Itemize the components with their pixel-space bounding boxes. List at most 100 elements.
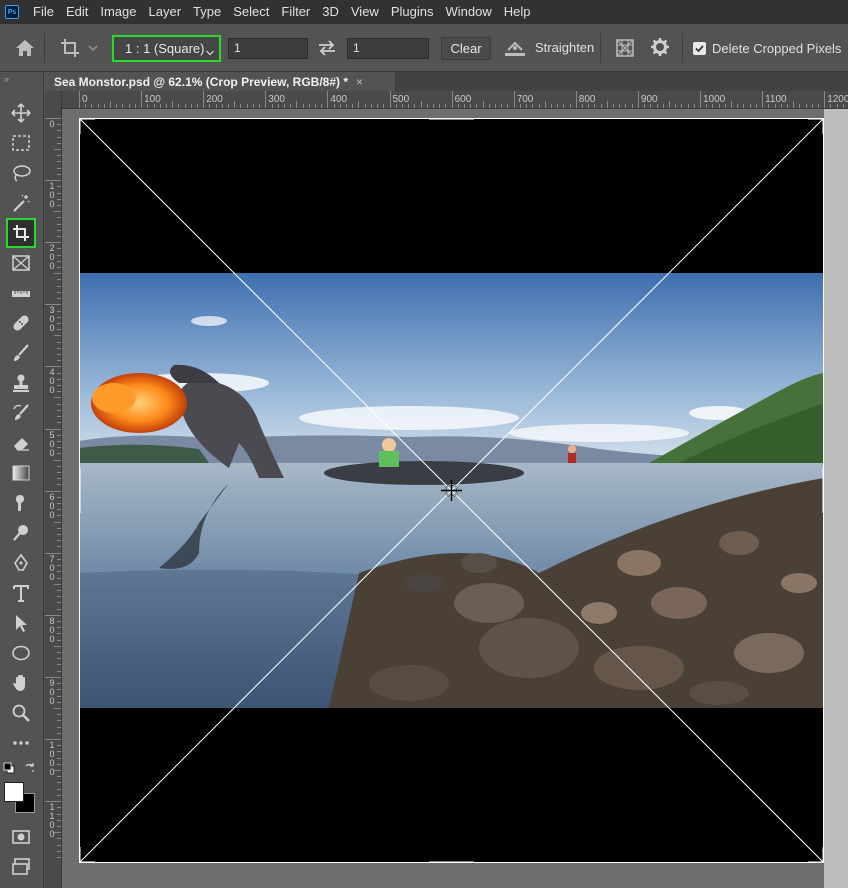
menu-help[interactable]: Help <box>498 0 537 24</box>
horizontal-ruler[interactable]: 0 100 200 300 400 500 600 700 800 900 1000 1100 1200 <box>62 91 848 109</box>
lasso-tool[interactable] <box>6 160 36 186</box>
stamp-tool[interactable] <box>6 370 36 396</box>
magic-wand-tool[interactable] <box>6 190 36 216</box>
ruler-minor-tick <box>395 104 397 108</box>
screen-mode-tool[interactable] <box>6 854 36 880</box>
type-icon <box>13 585 29 602</box>
ruler-minor-tick <box>805 104 807 108</box>
path-select-tool[interactable] <box>6 610 36 636</box>
zoom-icon <box>12 704 30 722</box>
ruler-minor-tick <box>57 751 61 753</box>
ruler-minor-tick <box>619 104 621 108</box>
ruler-label: 900 <box>640 94 658 105</box>
eraser-tool[interactable] <box>6 430 36 456</box>
crop-overlay[interactable] <box>79 118 824 863</box>
ruler-minor-tick <box>57 385 61 387</box>
swap-icon[interactable] <box>316 39 338 57</box>
home-icon[interactable] <box>14 38 36 58</box>
delete-cropped-label[interactable]: Delete Cropped Pixels <box>712 41 841 56</box>
grid-overlay-icon[interactable] <box>614 37 636 59</box>
menu-layer[interactable]: Layer <box>143 0 188 24</box>
ruler-minor-tick <box>57 658 61 660</box>
chevron-down-icon[interactable] <box>88 42 98 52</box>
menu-type[interactable]: Type <box>187 0 227 24</box>
ruler-minor-tick <box>57 403 61 405</box>
level-icon[interactable] <box>503 38 527 58</box>
smudge-tool[interactable] <box>6 490 36 516</box>
menu-plugins[interactable]: Plugins <box>385 0 440 24</box>
ruler-minor-tick <box>57 757 61 759</box>
dodge-tool[interactable] <box>6 520 36 546</box>
ruler-minor-tick <box>346 104 348 108</box>
swap-colors-icon[interactable] <box>24 762 36 774</box>
close-icon[interactable]: × <box>356 75 363 89</box>
menu-select[interactable]: Select <box>227 0 275 24</box>
crop-tool[interactable] <box>6 218 36 248</box>
marquee-tool[interactable] <box>6 130 36 156</box>
quick-mask-tool[interactable] <box>6 824 36 850</box>
menu-window[interactable]: Window <box>439 0 497 24</box>
ruler-label: 300 <box>268 94 285 105</box>
ruler-minor-tick <box>712 104 714 108</box>
ruler-minor-tick <box>768 104 770 108</box>
hand-tool[interactable] <box>6 670 36 696</box>
ruler-minor-tick <box>57 794 61 796</box>
ruler-label: 100 <box>49 181 55 210</box>
menu-image[interactable]: Image <box>94 0 142 24</box>
ruler-minor-tick <box>780 104 782 108</box>
menu-file[interactable]: File <box>27 0 60 24</box>
type-tool[interactable] <box>6 580 36 606</box>
ruler-minor-tick <box>557 104 559 108</box>
ratio-height-input[interactable]: 1 <box>347 38 429 59</box>
frame-tool[interactable] <box>6 250 36 276</box>
straighten-button[interactable]: Straighten <box>535 40 594 55</box>
foreground-color-swatch[interactable] <box>4 782 24 802</box>
ruler-minor-tick <box>693 104 695 108</box>
history-brush-tool[interactable] <box>6 400 36 426</box>
ruler-minor-tick <box>172 101 174 108</box>
ruler-minor-tick <box>54 645 61 647</box>
ruler-label: 700 <box>49 553 55 582</box>
ruler-minor-tick <box>519 104 521 108</box>
ruler-minor-tick <box>57 298 61 300</box>
ruler-minor-tick <box>57 689 61 691</box>
photoshop-logo-icon[interactable]: Ps <box>5 5 19 19</box>
brush-tool[interactable] <box>6 340 36 366</box>
ellipse-tool[interactable] <box>6 640 36 666</box>
zoom-tool[interactable] <box>6 700 36 726</box>
ruler-minor-tick <box>57 471 61 473</box>
crop-preset-icon[interactable] <box>58 36 82 60</box>
delete-cropped-checkbox[interactable] <box>693 42 706 55</box>
ruler-minor-tick <box>57 217 61 219</box>
ruler-minor-tick <box>57 652 61 654</box>
ruler-minor-tick <box>594 104 596 108</box>
menu-filter[interactable]: Filter <box>275 0 316 24</box>
gear-icon[interactable] <box>650 37 670 57</box>
ruler-minor-tick <box>57 813 61 815</box>
gradient-tool[interactable] <box>6 460 36 486</box>
healing-tool[interactable] <box>6 310 36 336</box>
ruler-minor-tick <box>302 104 304 108</box>
menu-edit[interactable]: Edit <box>60 0 94 24</box>
ratio-width-input[interactable]: 1 <box>228 38 308 59</box>
move-tool[interactable] <box>6 100 36 126</box>
ruler-minor-tick <box>482 101 484 108</box>
default-colors-icon[interactable] <box>3 762 15 774</box>
panel-collapse-icon[interactable]: » <box>4 74 9 84</box>
vertical-ruler[interactable]: 0 100 200 300 400 500 600 700 800 900 1000 1100 <box>45 91 62 888</box>
ruler-label: 600 <box>49 491 55 520</box>
ruler-tool[interactable] <box>6 280 36 306</box>
more-tools[interactable] <box>6 730 36 756</box>
ruler-minor-tick <box>54 397 61 399</box>
clear-button[interactable]: Clear <box>441 37 491 60</box>
ruler-minor-tick <box>57 329 61 331</box>
ruler-minor-tick <box>296 101 298 108</box>
ruler-minor-tick <box>57 720 61 722</box>
ratio-preset-select[interactable]: 1 : 1 (Square) <box>112 35 221 62</box>
menu-3d[interactable]: 3D <box>316 0 345 24</box>
canvas-area[interactable] <box>62 109 848 888</box>
document-tab[interactable]: Sea Monstor.psd @ 62.1% (Crop Preview, R… <box>45 72 395 91</box>
menu-view[interactable]: View <box>345 0 385 24</box>
ruler-minor-tick <box>799 104 801 108</box>
pen-tool[interactable] <box>6 550 36 576</box>
